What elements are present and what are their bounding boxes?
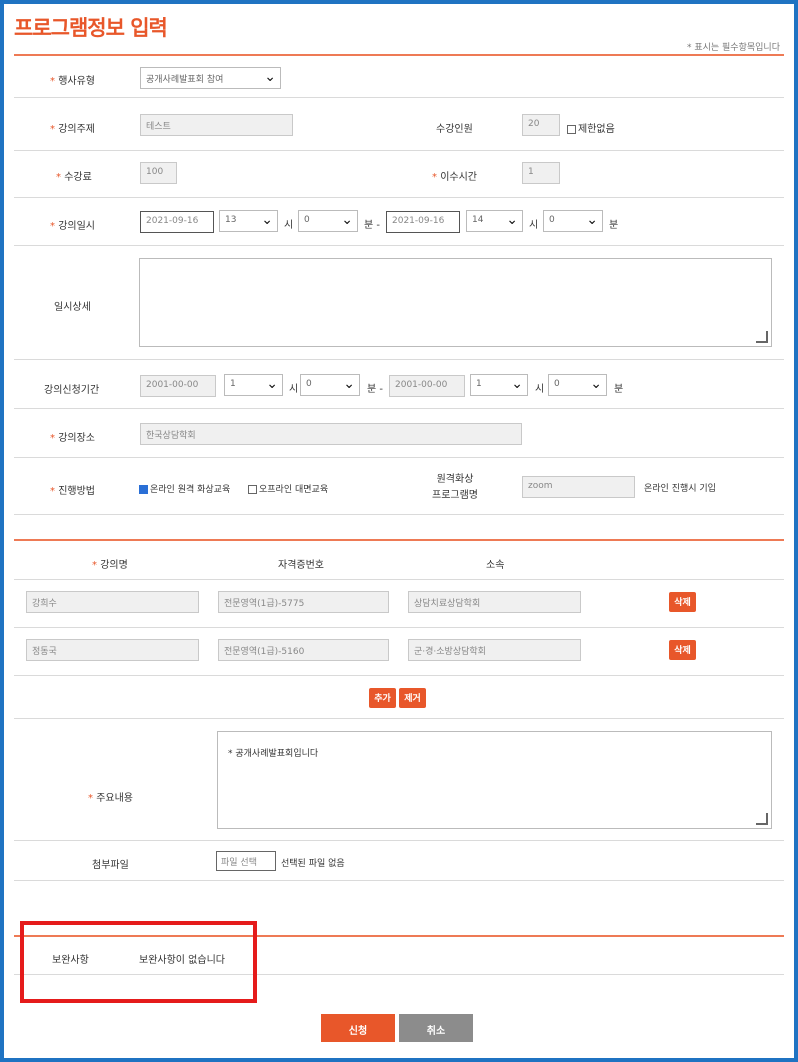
start-hour-select[interactable]: 13 ⌄ xyxy=(219,210,278,232)
hour-unit: 시 xyxy=(529,220,539,231)
program-note: 온라인 진행시 기입 xyxy=(644,484,716,494)
apply-start-hour-select[interactable]: 1 ⌄ xyxy=(224,374,283,396)
capacity-limit[interactable]: 제한없음 xyxy=(567,120,615,135)
resize-handle-icon[interactable] xyxy=(756,813,768,825)
row-divider xyxy=(14,408,784,409)
delete-instructor-button[interactable]: 삭제 xyxy=(669,640,696,660)
attachment-label: 첨부파일 xyxy=(92,860,129,871)
apply-period-label: 강의신청기간 xyxy=(44,385,100,396)
instructor-license-input[interactable]: 전문영역(1급)-5775 xyxy=(218,591,389,613)
row-divider xyxy=(14,675,784,676)
chevron-down-icon: ⌄ xyxy=(590,376,602,392)
end-date-input[interactable]: 2021-09-16 xyxy=(386,211,460,233)
row-divider xyxy=(14,197,784,198)
instructor-header-org: 소속 xyxy=(486,560,505,571)
place-label: * 강의장소 xyxy=(50,433,95,444)
fee-label: * 수강료 xyxy=(56,172,92,183)
section-divider xyxy=(14,54,784,56)
chevron-down-icon: ⌄ xyxy=(506,212,518,228)
instructor-org-input[interactable]: 군·경·소방상담학회 xyxy=(408,639,581,661)
online-option[interactable]: 온라인 원격 화상교육 xyxy=(139,482,230,495)
method-label: * 진행방법 xyxy=(50,486,95,497)
program-name-label: 원격화상 프로그램명 xyxy=(432,474,478,501)
row-divider xyxy=(14,359,784,360)
highlight-box xyxy=(20,921,257,1003)
chevron-down-icon: ⌄ xyxy=(586,212,598,228)
row-divider xyxy=(14,840,784,841)
capacity-input[interactable]: 20 xyxy=(522,114,560,136)
topic-label: * 강의주제 xyxy=(50,124,95,135)
start-date-input[interactable]: 2021-09-16 xyxy=(140,211,214,233)
chevron-down-icon: ⌄ xyxy=(264,69,276,85)
instructor-header-license: 자격증번호 xyxy=(278,560,324,571)
hour-unit: 시 xyxy=(535,384,545,395)
min-separator: 분 - xyxy=(364,220,380,231)
event-type-label: * 행사유형 xyxy=(50,76,95,87)
offline-option[interactable]: 오프라인 대면교육 xyxy=(248,482,328,495)
apply-end-date-input[interactable]: 2001-00-00 xyxy=(389,375,465,397)
checkbox-icon[interactable] xyxy=(248,485,257,494)
window-frame xyxy=(0,0,798,1062)
row-divider xyxy=(14,150,784,151)
content-label: * 주요내용 xyxy=(88,793,133,804)
detail-textarea[interactable] xyxy=(139,258,772,347)
topic-input[interactable]: 테스트 xyxy=(140,114,293,136)
chevron-down-icon: ⌄ xyxy=(343,376,355,392)
row-divider xyxy=(14,880,784,881)
instructor-name-input[interactable]: 강희수 xyxy=(26,591,199,613)
hours-input[interactable]: 1 xyxy=(522,162,560,184)
place-input[interactable]: 한국상담학회 xyxy=(140,423,522,445)
add-instructor-button[interactable]: 추가 xyxy=(369,688,396,708)
apply-start-date-input[interactable]: 2001-00-00 xyxy=(140,375,216,397)
fee-input[interactable]: 100 xyxy=(140,162,177,184)
file-select-button[interactable]: 파일 선택 xyxy=(216,851,276,871)
row-divider xyxy=(14,718,784,719)
page-title: 프로그램정보 입력 xyxy=(14,16,168,40)
capacity-label: 수강인원 xyxy=(436,124,473,135)
row-divider xyxy=(14,245,784,246)
chevron-down-icon: ⌄ xyxy=(266,376,278,392)
chevron-down-icon: ⌄ xyxy=(261,212,273,228)
apply-end-hour-select[interactable]: 1 ⌄ xyxy=(470,374,528,396)
row-divider xyxy=(14,627,784,628)
resize-handle-icon[interactable] xyxy=(756,331,768,343)
remove-instructor-button[interactable]: 제거 xyxy=(399,688,426,708)
hours-label: * 이수시간 xyxy=(432,172,477,183)
checkbox-icon[interactable] xyxy=(567,124,576,134)
row-divider xyxy=(14,514,784,515)
end-min-select[interactable]: 0 ⌄ xyxy=(543,210,603,232)
delete-instructor-button[interactable]: 삭제 xyxy=(669,592,696,612)
content-textarea[interactable]: * 공개사례발표회입니다 xyxy=(217,731,772,829)
end-hour-select[interactable]: 14 ⌄ xyxy=(466,210,523,232)
program-name-input[interactable]: zoom xyxy=(522,476,635,498)
instructor-header-name: * 강의명 xyxy=(92,560,128,571)
apply-start-min-select[interactable]: 0 ⌄ xyxy=(300,374,360,396)
cancel-button[interactable]: 취소 xyxy=(399,1014,473,1042)
apply-end-min-select[interactable]: 0 ⌄ xyxy=(548,374,607,396)
row-divider xyxy=(14,579,784,580)
file-status: 선택된 파일 없음 xyxy=(281,859,345,869)
chevron-down-icon: ⌄ xyxy=(511,376,523,392)
min-unit: 분 xyxy=(609,220,619,231)
row-divider xyxy=(14,457,784,458)
min-separator: 분 - xyxy=(367,384,383,395)
instructor-name-input[interactable]: 정동국 xyxy=(26,639,199,661)
min-unit: 분 xyxy=(614,384,624,395)
chevron-down-icon: ⌄ xyxy=(341,212,353,228)
section-divider xyxy=(14,539,784,541)
required-note: * 표시는 필수항목입니다 xyxy=(686,43,780,53)
event-type-select[interactable]: 공개사례발표회 참여 ⌄ xyxy=(140,67,281,89)
checkbox-checked-icon[interactable] xyxy=(139,485,148,494)
instructor-license-input[interactable]: 전문영역(1급)-5160 xyxy=(218,639,389,661)
row-divider xyxy=(14,97,784,98)
instructor-org-input[interactable]: 상담치료상담학회 xyxy=(408,591,581,613)
hour-unit: 시 xyxy=(284,220,294,231)
submit-button[interactable]: 신청 xyxy=(321,1014,395,1042)
datetime-label: * 강의일시 xyxy=(50,221,95,232)
content-text: * 공개사례발표회입니다 xyxy=(228,749,319,759)
hour-unit: 시 xyxy=(289,384,299,395)
detail-label: 일시상세 xyxy=(54,302,91,313)
start-min-select[interactable]: 0 ⌄ xyxy=(298,210,358,232)
